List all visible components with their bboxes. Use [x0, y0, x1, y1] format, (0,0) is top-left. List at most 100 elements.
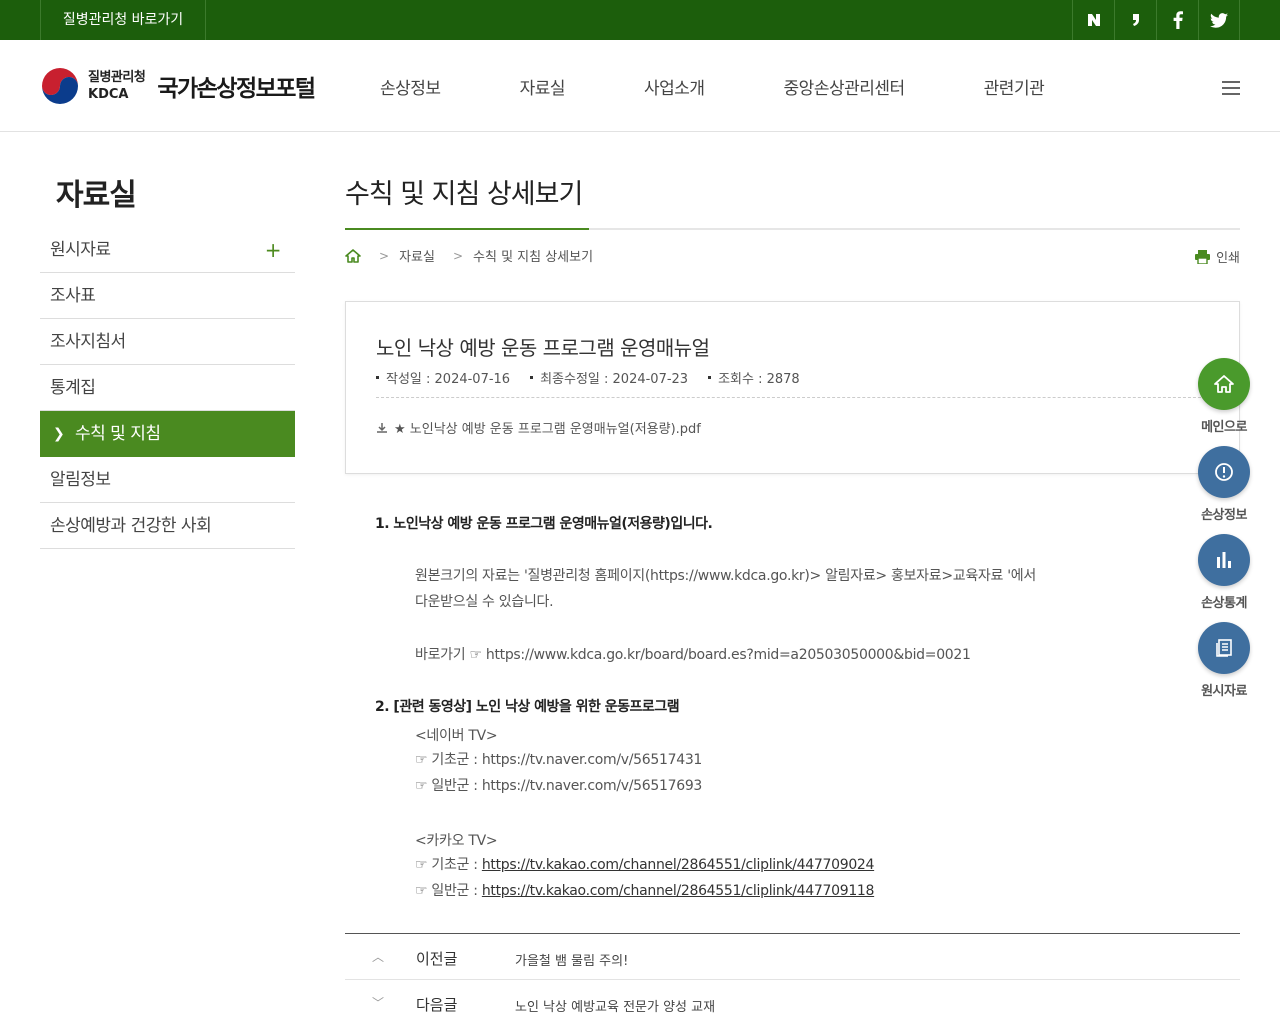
attachment-link[interactable]: ★ 노인낙상 예방 운동 프로그램 운영매뉴얼(저용량).pdf: [376, 418, 701, 437]
alert-icon: [1215, 463, 1233, 481]
chevron-up-icon: ︿: [372, 950, 385, 964]
chevron-right-icon: >: [379, 248, 390, 263]
sidebar-item-label: 수칙 및 지침: [75, 424, 161, 444]
twitter-link[interactable]: [1198, 0, 1240, 40]
sidebar-item-label: 조사표: [50, 286, 96, 306]
facebook-link[interactable]: [1156, 0, 1198, 40]
gnb-central-center[interactable]: 중앙손상관리센터: [784, 74, 906, 99]
content-text: 원본크기의 자료는 '질병관리청 홈페이지(https://www.kdca.g…: [415, 568, 1036, 584]
post-view-count: 조회수 : 2878: [708, 368, 800, 387]
naver-general-url: https://tv.naver.com/v/56517693: [481, 778, 703, 794]
content-text: 다운받으실 수 있습니다.: [415, 594, 554, 610]
post-created-date: 작성일 : 2024-07-16: [376, 368, 510, 387]
sidebar-item-raw-data[interactable]: 원시자료 +: [40, 227, 295, 273]
site-logo[interactable]: 질병관리청 KDCA 국가손상정보포털: [40, 66, 316, 106]
content-heading-2: 2. [관련 동영상] 노인 낙상 예방을 위한 운동프로그램: [375, 699, 680, 715]
org-name-ko: 질병관리청: [88, 70, 146, 85]
prev-post-subject[interactable]: 가을철 뱀 물림 주의!: [515, 950, 628, 969]
quick-label: 원시자료: [1201, 684, 1247, 699]
post-modified-date: 최종수정일 : 2024-07-23: [530, 368, 688, 387]
sns-links: [1072, 0, 1240, 40]
quick-main-button[interactable]: 메인으로: [1196, 358, 1252, 435]
chevron-down-icon: ﹀: [372, 996, 385, 1010]
twitter-icon: [1210, 12, 1228, 28]
document-icon: [1216, 639, 1232, 657]
kakao-general-text: ☞ 일반군 : https://tv.kakao.com/channel/286…: [415, 883, 875, 899]
naver-basic-url: https://tv.naver.com/v/56517431: [481, 752, 703, 768]
gnb-business[interactable]: 사업소개: [644, 74, 705, 99]
quick-raw-data-button[interactable]: 원시자료: [1196, 622, 1252, 699]
content-heading-1: 1. 노인낙상 예방 운동 프로그램 운영매뉴얼(저용량)입니다.: [375, 516, 713, 532]
kakao-link[interactable]: [1114, 0, 1156, 40]
sidebar-item-guidelines[interactable]: ❯ 수칙 및 지침: [40, 411, 295, 457]
kakao-basic-text: ☞ 기초군 : https://tv.kakao.com/channel/286…: [415, 857, 875, 873]
home-icon: [1214, 375, 1234, 393]
gnb-injury-info[interactable]: 손상정보: [380, 74, 441, 99]
page-title: 수칙 및 지침 상세보기: [345, 179, 583, 210]
bar-chart-icon: [1217, 552, 1231, 568]
sidebar-item-notice[interactable]: 알림정보: [40, 457, 295, 503]
sidebar-item-label: 손상예방과 건강한 사회: [50, 516, 212, 536]
title-divider: [345, 228, 1240, 230]
prev-post-row[interactable]: ︿ 이전글 가을철 뱀 물림 주의!: [345, 934, 1240, 980]
breadcrumb-item[interactable]: 수칙 및 지침 상세보기: [473, 246, 593, 265]
prev-post-label: 이전글: [416, 950, 458, 968]
attachment-filename: ★ 노인낙상 예방 운동 프로그램 운영매뉴얼(저용량).pdf: [394, 422, 701, 437]
post-meta: 작성일 : 2024-07-16 최종수정일 : 2024-07-23 조회수 …: [376, 368, 820, 387]
sidebar-item-label: 통계집: [50, 378, 96, 398]
org-name: 질병관리청 KDCA: [88, 69, 146, 103]
kakao-basic-link[interactable]: https://tv.kakao.com/channel/2864551/cli…: [482, 857, 875, 873]
next-post-subject[interactable]: 노인 낙상 예방교육 전문가 양성 교재: [515, 996, 715, 1015]
print-button[interactable]: 인쇄: [1195, 247, 1240, 266]
next-post-row[interactable]: ﹀ 다음글 노인 낙상 예방교육 전문가 양성 교재: [345, 980, 1240, 1024]
hamburger-menu-icon[interactable]: [1222, 81, 1240, 95]
sidebar-item-label: 원시자료: [50, 240, 111, 260]
global-nav: 손상정보 자료실 사업소개 중앙손상관리센터 관련기관: [380, 40, 1045, 132]
sidebar-item-label: 알림정보: [50, 470, 111, 490]
top-bar: 질병관리청 바로가기: [0, 0, 1280, 40]
print-label: 인쇄: [1216, 251, 1240, 266]
naver-blog-icon: [1087, 14, 1100, 26]
kakao-icon: [1132, 14, 1139, 26]
sidebar-nav: 원시자료 + 조사표 조사지침서 통계집 ❯ 수칙 및 지침 알림정보 손상예방…: [40, 227, 295, 549]
sidebar-title: 자료실: [56, 178, 137, 213]
naver-basic-text: ☞ 기초군 : https://tv.naver.com/v/56517431: [415, 752, 703, 768]
sidebar-item-statistics[interactable]: 통계집: [40, 365, 295, 411]
breadcrumb: > 자료실 > 수칙 및 지침 상세보기: [345, 246, 593, 265]
sidebar-item-survey-guide[interactable]: 조사지침서: [40, 319, 295, 365]
site-header: 질병관리청 KDCA 국가손상정보포털 손상정보 자료실 사업소개 중앙손상관리…: [0, 40, 1280, 132]
chevron-right-icon: >: [452, 248, 464, 263]
divider: [376, 397, 1211, 398]
next-post-label: 다음글: [416, 996, 458, 1014]
sidebar-item-healthy-society[interactable]: 손상예방과 건강한 사회: [40, 503, 295, 549]
gnb-library[interactable]: 자료실: [520, 74, 566, 99]
naver-general-text: ☞ 일반군 : https://tv.naver.com/v/56517693: [415, 778, 703, 794]
kakao-tv-title: <카카오 TV>: [415, 833, 498, 849]
chevron-right-icon: ❯: [53, 426, 65, 442]
post-header-box: 노인 낙상 예방 운동 프로그램 운영매뉴얼 작성일 : 2024-07-16 …: [345, 301, 1240, 474]
naver-tv-title: <네이버 TV>: [415, 728, 498, 744]
kakao-general-link[interactable]: https://tv.kakao.com/channel/2864551/cli…: [482, 883, 875, 899]
download-icon: [377, 422, 387, 433]
sidebar-item-label: 조사지침서: [50, 332, 126, 352]
post-title: 노인 낙상 예방 운동 프로그램 운영매뉴얼: [376, 336, 710, 360]
quick-label: 손상통계: [1201, 596, 1247, 611]
sidebar-item-questionnaire[interactable]: 조사표: [40, 273, 295, 319]
gnb-related-org[interactable]: 관련기관: [984, 74, 1045, 99]
facebook-icon: [1173, 11, 1183, 29]
naver-blog-link[interactable]: [1072, 0, 1114, 40]
quick-injury-info-button[interactable]: 손상정보: [1196, 446, 1252, 523]
org-name-en: KDCA: [88, 87, 129, 102]
prev-next-nav: ︿ 이전글 가을철 뱀 물림 주의! ﹀ 다음글 노인 낙상 예방교육 전문가 …: [345, 933, 1240, 1024]
home-icon[interactable]: [345, 248, 361, 263]
breadcrumb-item[interactable]: 자료실: [399, 246, 435, 265]
shortcut-url-text: 바로가기 ☞ https://www.kdca.go.kr/board/boar…: [415, 647, 971, 663]
quick-label: 손상정보: [1201, 508, 1247, 523]
portal-name: 국가손상정보포털: [157, 76, 316, 102]
quick-injury-stats-button[interactable]: 손상통계: [1196, 534, 1252, 611]
kdca-emblem-icon: [41, 67, 79, 105]
quick-label: 메인으로: [1201, 420, 1247, 435]
printer-icon: [1195, 249, 1211, 264]
kdca-shortcut-link[interactable]: 질병관리청 바로가기: [40, 0, 206, 40]
plus-icon[interactable]: +: [265, 227, 282, 273]
